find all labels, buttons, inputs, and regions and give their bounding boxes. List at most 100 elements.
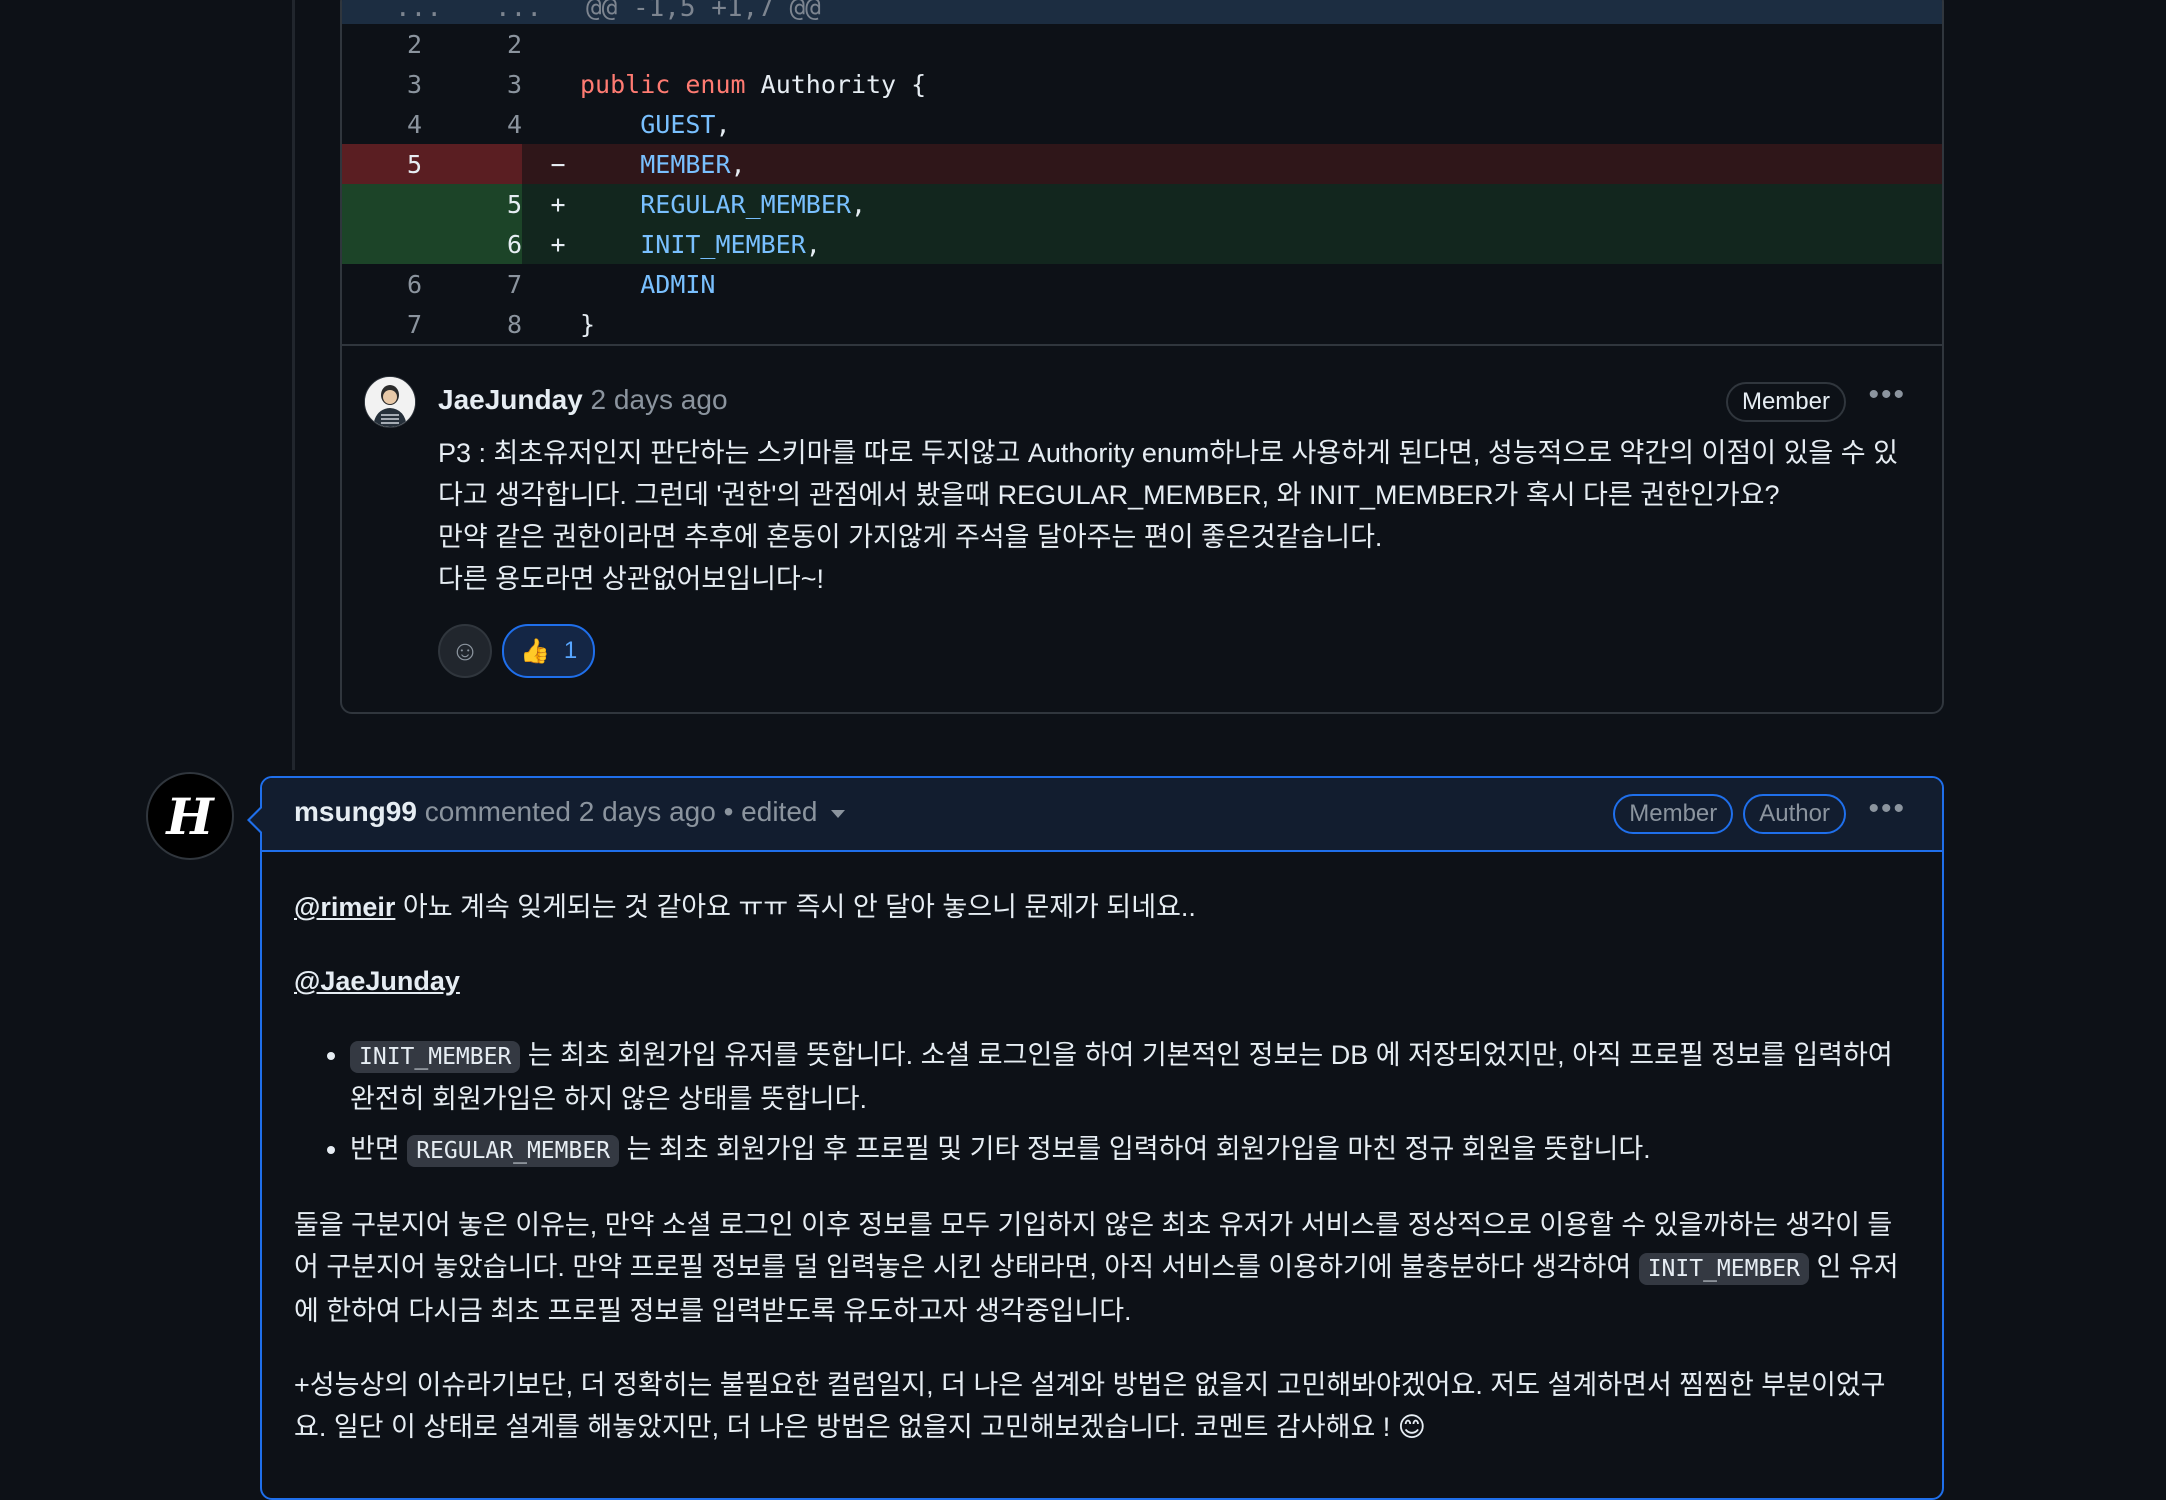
code-token: GUEST xyxy=(640,109,716,139)
diff-row-deleted: 5 − MEMBER, xyxy=(342,144,1942,184)
old-line-number[interactable]: 6 xyxy=(342,264,422,304)
user-avatar-icon xyxy=(365,377,415,427)
review-comment: JaeJunday 2 days ago Member ••• P3 : 최초유… xyxy=(342,346,1942,712)
comment-line: 다른 용도라면 상관없어보입니다~! xyxy=(438,564,825,594)
new-line-number[interactable]: 6 xyxy=(422,224,522,264)
code-token: Authority { xyxy=(745,69,927,99)
list-item-text: 는 최초 회원가입 후 프로필 및 기타 정보를 입력하여 회원가입을 마친 정… xyxy=(619,1134,1651,1164)
inline-code: REGULAR_MEMBER xyxy=(407,1135,620,1167)
code-token: INIT_MEMBER xyxy=(640,229,806,259)
reactions: ☺ 👍 1 xyxy=(438,624,596,678)
author-badge: Author xyxy=(1743,794,1846,834)
inline-code: INIT_MEMBER xyxy=(1638,1253,1810,1285)
new-line-number[interactable]: 3 xyxy=(422,64,522,104)
paragraph: @JaeJunday xyxy=(294,960,1910,1002)
reaction-count: 1 xyxy=(563,637,578,664)
diff-row: 67 ADMIN xyxy=(342,264,1942,304)
comment-timestamp[interactable]: 2 days ago xyxy=(579,796,716,827)
avatar-letter: H xyxy=(166,786,214,846)
review-thread: ... ... @@ -1,5 +1,7 @@ 2 2 3 3 public enum … xyxy=(340,0,1944,714)
member-badge: Member xyxy=(1725,382,1846,422)
code-token: public xyxy=(580,69,671,99)
new-line-number[interactable]: 7 xyxy=(422,264,522,304)
paragraph-text: +성능상의 이슈라기보단, 더 정확히는 불필요한 컬럼일지, 더 나은 설계와… xyxy=(294,1370,1886,1442)
member-badge: Member xyxy=(1613,794,1734,834)
diff-row: 44 GUEST, xyxy=(342,104,1942,144)
smiley-icon: ☺ xyxy=(450,635,480,666)
comment-line: 만약 같은 권한이라면 추후에 혼동이 가지않게 주석을 달아주는 편이 좋은것… xyxy=(438,522,1383,552)
comment-line: P3 : 최초유저인지 판단하는 스키마를 따로 두지않고 Authority … xyxy=(438,438,1898,468)
new-line-number[interactable]: 2 xyxy=(422,24,522,64)
edited-dropdown[interactable]: edited xyxy=(741,796,846,827)
code-line: INIT_MEMBER, xyxy=(580,230,821,259)
comment-header: msung99 commented 2 days ago • edited Me… xyxy=(262,778,1942,852)
list-item-text: 는 최초 회원가입 유저를 뜻합니다. 소셜 로그인을 하여 기본적인 정보는 … xyxy=(350,1040,1893,1114)
old-line-number[interactable]: 2 xyxy=(342,24,422,64)
review-comment-body: P3 : 최초유저인지 판단하는 스키마를 따로 두지않고 Authority … xyxy=(438,432,1918,600)
old-line-number[interactable]: 3 xyxy=(342,64,422,104)
chevron-down-icon xyxy=(831,809,846,818)
code-token: ADMIN xyxy=(640,269,716,299)
diff-row: 22 xyxy=(342,24,1942,64)
list-item-text: 반면 xyxy=(350,1134,408,1164)
inline-code: INIT_MEMBER xyxy=(350,1041,521,1073)
old-line-number[interactable] xyxy=(342,224,422,264)
code-token: , xyxy=(850,189,866,219)
hunk-expand-old[interactable]: ... xyxy=(342,0,442,23)
comment-body: @rimeir 아뇨 계속 잊게되는 것 같아요 ㅠㅠ 즉시 안 달아 놓으니 … xyxy=(262,852,1942,1500)
code-token: } xyxy=(580,309,596,339)
diff-row: 7 8} xyxy=(342,304,1942,344)
comment-author[interactable]: msung99 xyxy=(294,796,417,827)
old-line-number[interactable] xyxy=(342,184,422,224)
diff-table: 2 2 3 3 public enum Authority {4 4 GUEST, 5− M… xyxy=(342,24,1942,346)
list-item: 반면 REGULAR_MEMBER 는 최초 회원가입 후 프로필 및 기타 정… xyxy=(350,1128,1910,1172)
paragraph: +성능상의 이슈라기보단, 더 정확히는 불필요한 컬럼일지, 더 나은 설계와… xyxy=(294,1364,1910,1448)
more-options-icon[interactable]: ••• xyxy=(1868,378,1906,412)
new-line-number[interactable] xyxy=(422,144,522,184)
code-token: , xyxy=(805,229,821,259)
avatar[interactable]: H xyxy=(146,772,234,860)
bullet-list: INIT_MEMBER 는 최초 회원가입 유저를 뜻합니다. 소셜 로그인을 … xyxy=(294,1034,1910,1172)
new-line-number[interactable]: 4 xyxy=(422,104,522,144)
diff-row: 3 3 public enum Authority { xyxy=(342,64,1942,104)
old-line-number[interactable]: 7 xyxy=(342,304,422,344)
comment-timestamp[interactable]: 2 days ago xyxy=(591,384,728,415)
paragraph: 둘을 구분지어 놓은 이유는, 만약 소셜 로그인 이후 정보를 모두 기입하지… xyxy=(294,1204,1910,1332)
code-line: public enum Authority { xyxy=(580,70,926,99)
hunk-header: ... ... @@ -1,5 +1,7 @@ xyxy=(342,0,1942,24)
new-line-number[interactable]: 5 xyxy=(422,184,522,224)
user-mention[interactable]: @JaeJunday xyxy=(294,966,460,996)
old-line-number[interactable]: 4 xyxy=(342,104,422,144)
avatar[interactable] xyxy=(364,376,416,428)
thumbs-up-icon: 👍 xyxy=(520,637,550,665)
timeline-line xyxy=(292,0,295,770)
code-line: GUEST, xyxy=(580,109,731,139)
hunk-expand-new[interactable]: ... xyxy=(442,0,542,23)
comment-author[interactable]: JaeJunday xyxy=(438,384,583,415)
user-mention[interactable]: @rimeir xyxy=(294,892,395,922)
more-options-icon[interactable]: ••• xyxy=(1868,792,1906,826)
comment-badges: Member Author xyxy=(1613,794,1846,834)
thumbs-up-reaction-button[interactable]: 👍 1 xyxy=(502,624,596,678)
code-token: enum xyxy=(685,69,746,99)
separator-dot: • xyxy=(723,796,734,827)
code-token: REGULAR_MEMBER xyxy=(640,189,851,219)
diff-sign: + xyxy=(550,229,566,259)
code-line: MEMBER, xyxy=(580,150,745,179)
comment-action: commented xyxy=(424,796,572,827)
add-reaction-button[interactable]: ☺ xyxy=(438,624,492,678)
hunk-header-text: @@ -1,5 +1,7 @@ xyxy=(586,0,821,23)
new-line-number[interactable]: 8 xyxy=(422,304,522,344)
code-token: , xyxy=(715,109,731,139)
paragraph: @rimeir 아뇨 계속 잊게되는 것 같아요 ㅠㅠ 즉시 안 달아 놓으니 … xyxy=(294,886,1910,928)
code-line: REGULAR_MEMBER, xyxy=(580,190,866,219)
old-line-number[interactable]: 5 xyxy=(342,144,422,184)
list-item: INIT_MEMBER 는 최초 회원가입 유저를 뜻합니다. 소셜 로그인을 … xyxy=(350,1034,1910,1120)
diff-sign: − xyxy=(550,149,566,179)
